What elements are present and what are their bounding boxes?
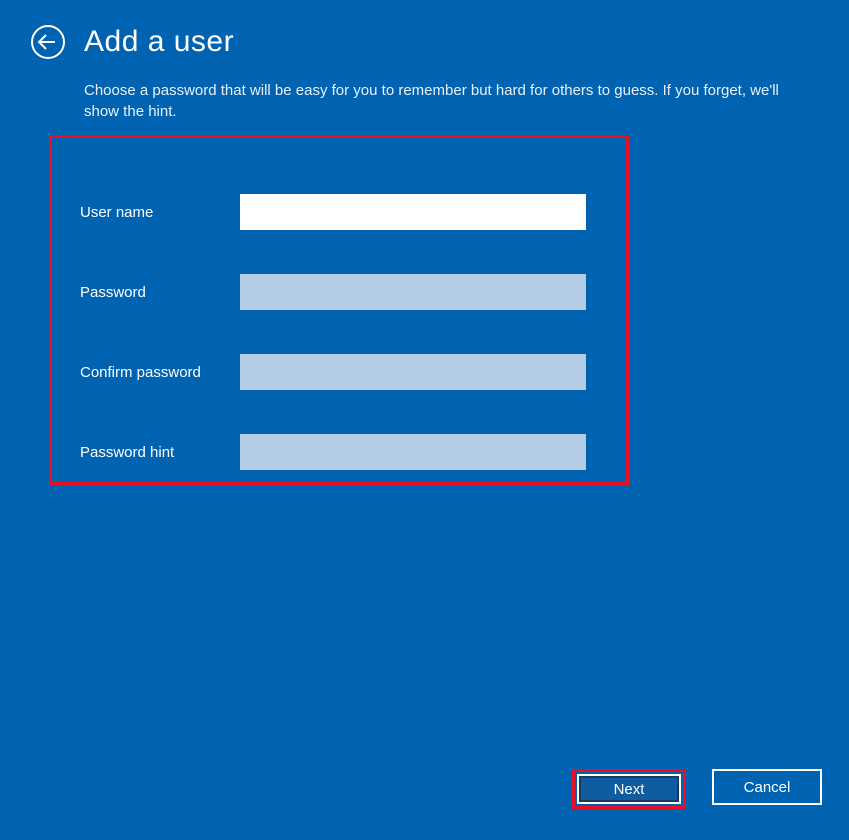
confirm-password-input[interactable] (240, 354, 586, 390)
username-label: User name (80, 204, 240, 221)
username-input[interactable] (240, 194, 586, 230)
page-description: Choose a password that will be easy for … (84, 80, 809, 122)
password-input[interactable] (240, 274, 586, 310)
password-hint-label: Password hint (80, 444, 240, 461)
next-button-highlight: Next (572, 769, 686, 809)
confirm-password-label: Confirm password (80, 364, 240, 381)
page-title: Add a user (84, 25, 234, 59)
cancel-button[interactable]: Cancel (712, 769, 822, 805)
password-hint-input[interactable] (240, 434, 586, 470)
next-button[interactable]: Next (577, 774, 681, 804)
back-arrow-icon[interactable] (30, 24, 66, 60)
password-label: Password (80, 284, 240, 301)
form-highlight-box: User name Password Confirm password Pass… (49, 135, 629, 485)
